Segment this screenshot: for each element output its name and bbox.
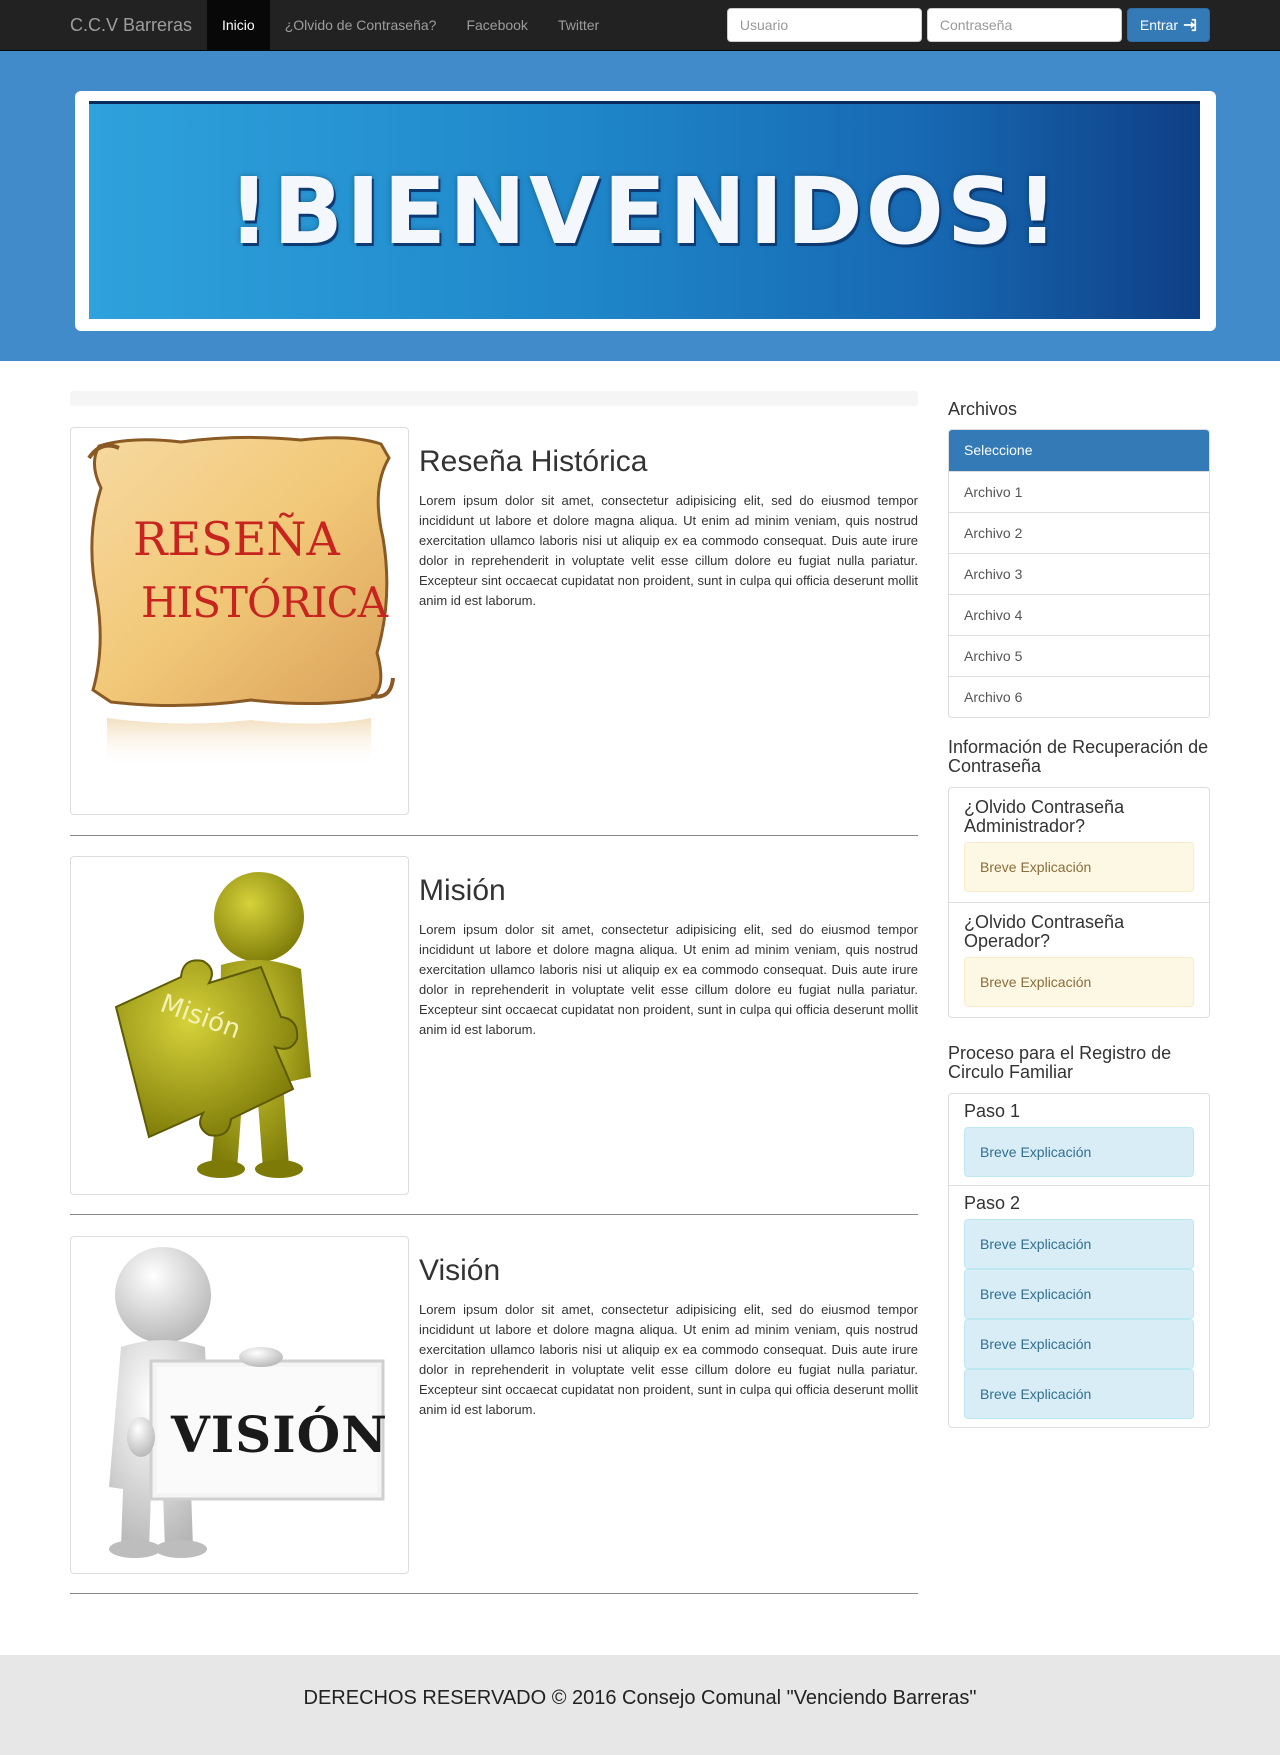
brand-logo[interactable]: C.C.V Barreras xyxy=(70,0,192,50)
recovery-operador-note: Breve Explicación xyxy=(964,957,1194,1007)
article-vision: VISIÓN Visión Lorem ipsum dolor sit amet… xyxy=(70,1236,918,1574)
archivo-item-4[interactable]: Archivo 4 xyxy=(949,594,1209,635)
username-input[interactable] xyxy=(726,8,922,42)
nav-item-facebook[interactable]: Facebook xyxy=(451,0,542,50)
paso-2-note: Breve Explicación xyxy=(964,1269,1194,1319)
login-button-label: Entrar xyxy=(1139,17,1178,33)
recovery-operador: ¿Olvido Contraseña Operador? Breve Expli… xyxy=(949,902,1209,1017)
archivo-item-1[interactable]: Archivo 1 xyxy=(949,471,1209,512)
jumbotron: !BIENVENIDOS! xyxy=(0,51,1280,361)
welcome-banner: !BIENVENIDOS! xyxy=(89,101,1200,319)
resena-image-text-2: HISTÓRICA xyxy=(141,578,388,627)
nav-item-olvido-contrasena[interactable]: ¿Olvido de Contraseña? xyxy=(270,0,452,50)
recovery-admin-heading: ¿Olvido Contraseña Administrador? xyxy=(964,797,1125,836)
recovery-admin-note: Breve Explicación xyxy=(964,842,1194,892)
sign-in-icon xyxy=(1183,18,1197,32)
resena-body: Lorem ipsum dolor sit amet, consectetur … xyxy=(419,493,918,608)
recovery-title: Información de Recuperación de Contraseñ… xyxy=(948,737,1209,776)
divider xyxy=(70,835,918,836)
welcome-banner-frame: !BIENVENIDOS! xyxy=(75,91,1216,331)
registro-title: Proceso para el Registro de Circulo Fami… xyxy=(948,1043,1172,1082)
paso-1-note: Breve Explicación xyxy=(964,1127,1194,1177)
welcome-banner-text: !BIENVENIDOS! xyxy=(227,158,1062,265)
login-button[interactable]: Entrar xyxy=(1126,8,1210,42)
divider xyxy=(70,1214,918,1215)
article-resena: RESEÑA HISTÓRICA Reseña Histórica Lorem … xyxy=(70,427,918,815)
main-nav: Inicio ¿Olvido de Contraseña? Facebook T… xyxy=(207,0,614,50)
login-form: Entrar xyxy=(726,8,1210,42)
sidebar-registro: Proceso para el Registro de Circulo Fami… xyxy=(948,1044,1210,1428)
recovery-operador-heading: ¿Olvido Contraseña Operador? xyxy=(964,912,1125,951)
article-mision: Misión Misión Lorem ipsum dolor sit amet… xyxy=(70,856,918,1195)
paso-2: Paso 2 Breve Explicación Breve Explicaci… xyxy=(949,1185,1209,1427)
footer: DERECHOS RESERVADO © 2016 Consejo Comuna… xyxy=(0,1655,1280,1755)
paso-2-note: Breve Explicación xyxy=(964,1219,1194,1269)
archivo-item-6[interactable]: Archivo 6 xyxy=(949,676,1209,717)
divider xyxy=(70,1593,918,1594)
recovery-panel: ¿Olvido Contraseña Administrador? Breve … xyxy=(948,787,1210,1018)
paso-2-heading: Paso 2 xyxy=(964,1193,1021,1213)
paso-1-heading: Paso 1 xyxy=(964,1101,1021,1121)
mision-title: Misión xyxy=(419,874,506,907)
vision-image-text: VISIÓN xyxy=(171,1405,388,1464)
resena-image: RESEÑA HISTÓRICA xyxy=(70,427,409,815)
resena-image-text-1: RESEÑA xyxy=(133,512,340,566)
archivo-item-2[interactable]: Archivo 2 xyxy=(949,512,1209,553)
nav-item-inicio[interactable]: Inicio xyxy=(207,0,270,50)
mision-image: Misión xyxy=(70,856,409,1195)
progress-strip xyxy=(70,391,918,406)
registro-panel: Paso 1 Breve Explicación Paso 2 Breve Ex… xyxy=(948,1093,1210,1428)
archivo-item-3[interactable]: Archivo 3 xyxy=(949,553,1209,594)
paso-1: Paso 1 Breve Explicación xyxy=(949,1094,1209,1185)
archivos-title: Archivos xyxy=(948,399,1018,419)
footer-copyright: DERECHOS RESERVADO © 2016 Consejo Comuna… xyxy=(303,1687,977,1709)
mision-body: Lorem ipsum dolor sit amet, consectetur … xyxy=(419,922,918,1037)
sidebar-archivos: Archivos Seleccione Archivo 1 Archivo 2 … xyxy=(948,400,1210,718)
paso-2-note: Breve Explicación xyxy=(964,1319,1194,1369)
archivo-item-5[interactable]: Archivo 5 xyxy=(949,635,1209,676)
vision-body: Lorem ipsum dolor sit amet, consectetur … xyxy=(419,1302,918,1417)
sidebar-recuperacion: Información de Recuperación de Contraseñ… xyxy=(948,738,1210,1018)
vision-title: Visión xyxy=(419,1254,501,1287)
resena-title: Reseña Histórica xyxy=(419,445,648,478)
archivos-list: Seleccione Archivo 1 Archivo 2 Archivo 3… xyxy=(948,429,1210,718)
nav-item-twitter[interactable]: Twitter xyxy=(543,0,614,50)
vision-image: VISIÓN xyxy=(70,1236,409,1574)
top-navbar: C.C.V Barreras Inicio ¿Olvido de Contras… xyxy=(0,0,1280,51)
paso-2-note: Breve Explicación xyxy=(964,1369,1194,1419)
password-input[interactable] xyxy=(926,8,1122,42)
recovery-admin: ¿Olvido Contraseña Administrador? Breve … xyxy=(949,788,1209,902)
archivo-item-seleccione[interactable]: Seleccione xyxy=(949,430,1209,471)
